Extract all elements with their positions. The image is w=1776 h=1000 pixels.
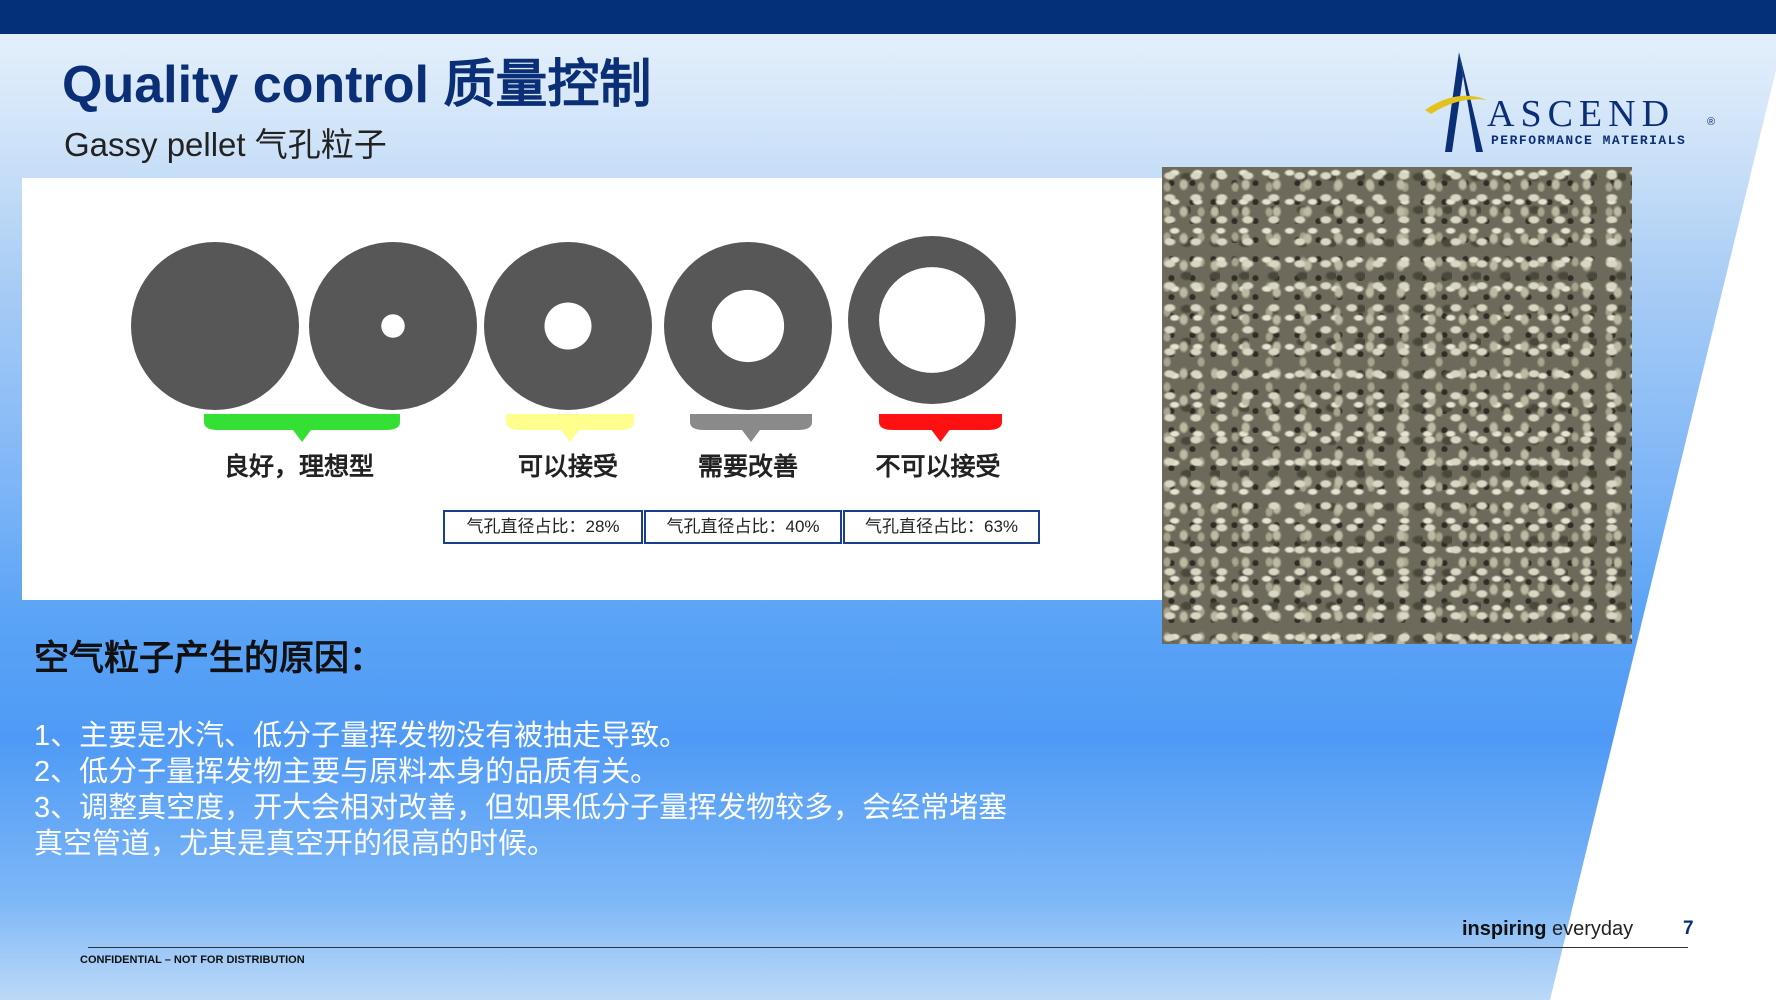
rating-bracket — [690, 414, 812, 442]
pellet-hole — [711, 289, 785, 363]
label-acceptable: 可以接受 — [517, 453, 619, 481]
tagline-bold: inspiring — [1462, 918, 1547, 940]
footer-divider — [88, 947, 1688, 948]
slide: Quality control 质量控制 Gassy pellet 气孔粒子 A… — [0, 0, 1776, 1000]
reasons-list: 1、主要是水汽、低分子量挥发物没有被抽走导致。 2、低分子量挥发物主要与原料本身… — [34, 718, 1007, 862]
pellet-hole — [381, 314, 405, 338]
pellet-hole — [879, 267, 985, 373]
page-number: 7 — [1683, 918, 1694, 939]
ratio-box-63: 气孔直径占比：63% — [843, 510, 1040, 544]
rating-bracket — [879, 414, 1002, 442]
page-title: Quality control 质量控制 — [62, 56, 652, 114]
label-good-ideal: 良好，理想型 — [223, 453, 375, 481]
pellet-circle — [131, 242, 299, 410]
reasons-heading: 空气粒子产生的原因： — [34, 639, 385, 678]
tagline-rest: everyday — [1546, 918, 1634, 940]
confidential-notice: CONFIDENTIAL – NOT FOR DISTRIBUTION — [80, 954, 305, 966]
plastic-pellets-photo — [1162, 167, 1632, 644]
pellet-hole — [544, 302, 592, 350]
reason-item: 3、调整真空度，开大会相对改善，但如果低分子量挥发物较多，会经常堵塞 — [34, 792, 1008, 824]
page-subtitle: Gassy pellet 气孔粒子 — [64, 126, 387, 163]
ratio-box-28: 气孔直径占比：28% — [443, 510, 643, 544]
reason-item: 1、主要是水汽、低分子量挥发物没有被抽走导致。 — [34, 720, 689, 752]
rating-bracket — [506, 414, 634, 442]
reason-item: 真空管道，尤其是真空开的很高的时候。 — [34, 828, 557, 860]
label-needs-improvement: 需要改善 — [697, 453, 799, 481]
reason-item: 2、低分子量挥发物主要与原料本身的品质有关。 — [34, 756, 660, 788]
label-unacceptable: 不可以接受 — [875, 453, 1001, 481]
ratio-box-40: 气孔直径占比：40% — [644, 510, 842, 544]
footer-tagline: inspiring everyday — [1462, 918, 1633, 941]
logo-tagline: PERFORMANCE MATERIALS — [1491, 133, 1687, 148]
rating-bracket — [204, 414, 400, 442]
top-bar — [0, 0, 1776, 34]
logo-registered-mark: ® — [1707, 116, 1716, 128]
logo-wordmark: ASCEND — [1487, 93, 1676, 135]
ascend-logo: ASCEND ® PERFORMANCE MATERIALS — [1425, 52, 1725, 157]
